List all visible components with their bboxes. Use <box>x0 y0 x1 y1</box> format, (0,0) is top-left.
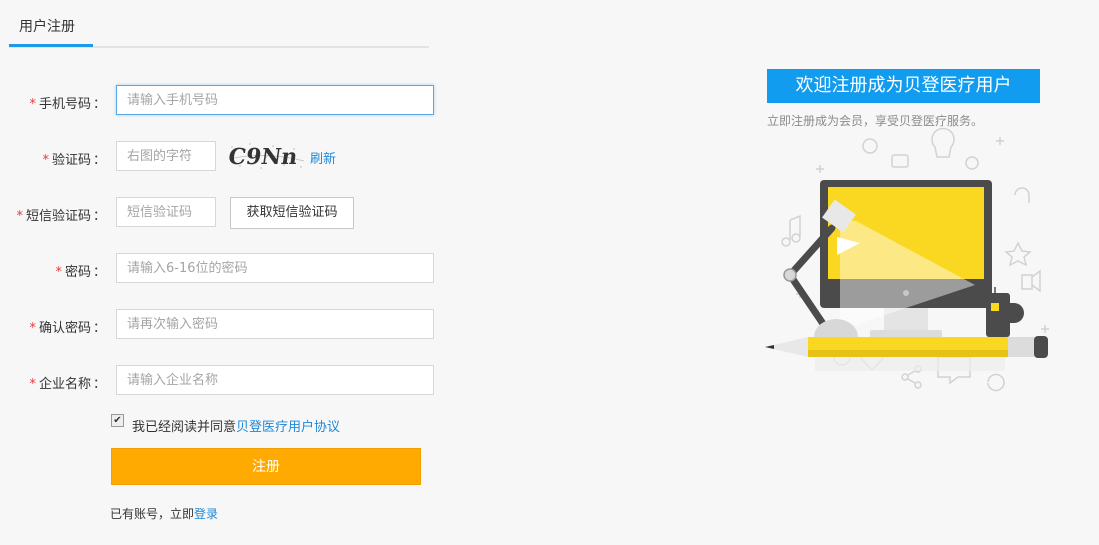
login-prefix: 已有账号，立即 <box>110 507 195 521</box>
password-row: * 密码： <box>0 253 440 285</box>
company-row: * 企业名称： <box>0 365 440 397</box>
register-button[interactable]: 注册 <box>111 448 421 485</box>
required-mark: * <box>55 265 62 280</box>
confirm-password-label: * 确认密码： <box>29 321 106 336</box>
phone-input[interactable] <box>116 85 434 115</box>
confirm-password-row: * 确认密码： <box>0 309 440 341</box>
tab-label: 用户注册 <box>19 19 75 35</box>
sms-row: *短信验证码： 获取短信验证码 <box>0 197 440 229</box>
confirm-password-input[interactable] <box>116 309 434 339</box>
login-link[interactable]: 登录 <box>194 507 218 521</box>
password-label: * 密码： <box>55 265 106 280</box>
sms-code-input[interactable] <box>116 197 216 227</box>
captcha-input[interactable] <box>116 141 216 171</box>
welcome-banner: 欢迎注册成为贝登医疗用户 <box>767 69 1040 103</box>
agreement-text: 我已经阅读并同意 <box>132 420 237 435</box>
required-mark: * <box>42 153 49 168</box>
phone-label: * 手机号码： <box>29 97 106 112</box>
get-sms-code-button[interactable]: 获取短信验证码 <box>230 197 354 229</box>
company-label: * 企业名称： <box>29 377 106 392</box>
captcha-image[interactable]: C9Nn <box>226 139 306 173</box>
required-mark: * <box>16 209 23 224</box>
user-agreement-link[interactable]: 贝登医疗用户协议 <box>236 420 340 435</box>
computer-illustration <box>765 127 1049 392</box>
agreement-checkbox[interactable]: ✔ <box>111 414 124 427</box>
password-input[interactable] <box>116 253 434 283</box>
required-mark: * <box>29 321 36 336</box>
agreement-row: ✔ 我已经阅读并同意贝登医疗用户协议 <box>111 414 340 435</box>
captcha-label: * 验证码： <box>42 153 106 168</box>
required-mark: * <box>29 377 36 392</box>
svg-text:C9Nn: C9Nn <box>227 144 300 170</box>
tab-bar: 用户注册 <box>9 0 429 48</box>
captcha-row: *验证码： C9Nn 刷新 <box>0 139 440 173</box>
company-name-input[interactable] <box>116 365 434 395</box>
phone-row: * 手机号码： <box>0 85 440 117</box>
required-mark: * <box>29 97 36 112</box>
sms-label: * 短信验证码： <box>16 209 106 224</box>
refresh-captcha-link[interactable]: 刷新 <box>310 148 336 167</box>
login-prompt: 已有账号，立即登录 <box>110 505 218 522</box>
tab-user-register[interactable]: 用户注册 <box>9 0 93 47</box>
